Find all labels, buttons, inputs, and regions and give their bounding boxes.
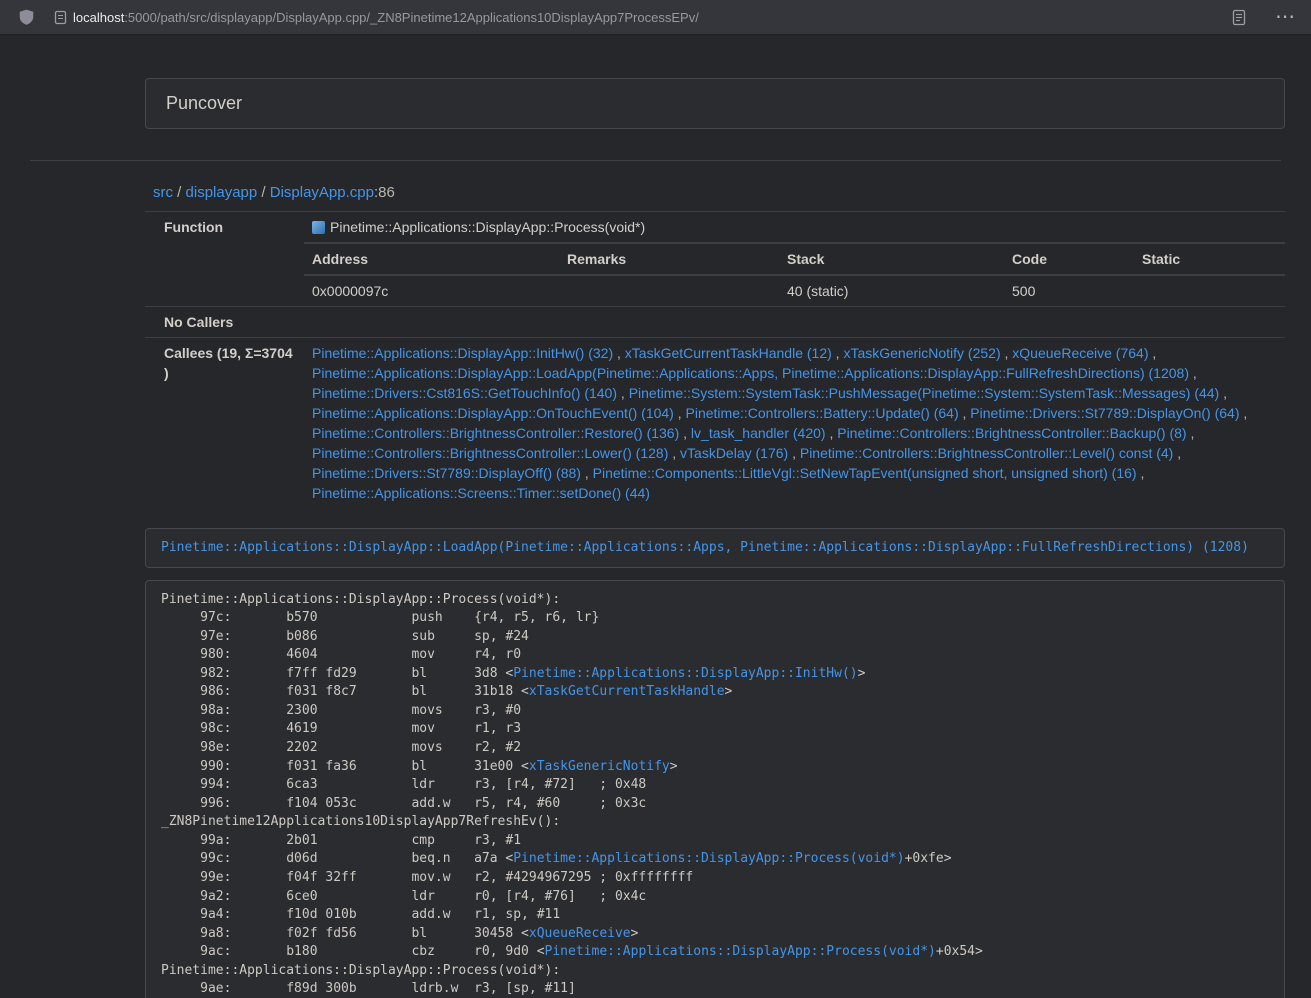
function-type-icon xyxy=(312,221,325,234)
callee-link[interactable]: Pinetime::Components::LittleVgl::SetNewT… xyxy=(593,465,1137,481)
asm-line: 99c: d06d beq.n a7a <Pinetime::Applicati… xyxy=(161,851,952,866)
asm-line: 9ac: b180 cbz r0, 9d0 <Pinetime::Applica… xyxy=(161,944,983,959)
callee-link[interactable]: Pinetime::Controllers::BrightnessControl… xyxy=(312,445,668,461)
shield-icon-glyph xyxy=(19,9,34,25)
asm-line: 986: f031 f8c7 bl 31b18 <xTaskGetCurrent… xyxy=(161,684,732,699)
overflow-menu-icon[interactable]: ⋯ xyxy=(1273,7,1297,27)
callee-link[interactable]: xTaskGetCurrentTaskHandle (12) xyxy=(625,345,832,361)
divider xyxy=(30,160,1281,161)
metric-value-code: 500 xyxy=(1004,275,1134,306)
asm-line: Pinetime::Applications::DisplayApp::Proc… xyxy=(161,592,560,607)
asm-line: 98a: 2300 movs r3, #0 xyxy=(161,703,521,718)
browser-toolbar: localhost:5000/path/src/displayapp/Displ… xyxy=(0,0,1311,35)
url-path: :5000/path/src/displayapp/DisplayApp.cpp… xyxy=(124,10,699,25)
page-icon xyxy=(54,10,67,25)
breadcrumb-link[interactable]: src xyxy=(153,184,173,201)
asm-line: 9a4: f10d 010b add.w r1, sp, #11 xyxy=(161,907,560,922)
asm-line: 9a8: f02f fd56 bl 30458 <xQueueReceive> xyxy=(161,926,638,941)
callee-link[interactable]: vTaskDelay (176) xyxy=(680,445,788,461)
callee-link[interactable]: Pinetime::Controllers::Battery::Update()… xyxy=(686,405,959,421)
callees-label: Callees (19, Σ=3704 ) xyxy=(145,338,304,509)
asm-line: 99e: f04f 32ff mov.w r2, #4294967295 ; 0… xyxy=(161,870,693,885)
asm-line: 99a: 2b01 cmp r3, #1 xyxy=(161,833,521,848)
asm-line: 97c: b570 push {r4, r5, r6, lr} xyxy=(161,610,599,625)
asm-line: 994: 6ca3 ldr r3, [r4, #72] ; 0x48 xyxy=(161,777,646,792)
callee-link[interactable]: Pinetime::System::SystemTask::PushMessag… xyxy=(629,385,1220,401)
asm-line: _ZN8Pinetime12Applications10DisplayApp7R… xyxy=(161,814,560,829)
asm-line: 9a2: 6ce0 ldr r0, [r4, #76] ; 0x4c xyxy=(161,889,646,904)
callee-link[interactable]: Pinetime::Drivers::Cst816S::GetTouchInfo… xyxy=(312,385,617,401)
metric-value-stack: 40 (static) xyxy=(779,275,1004,306)
metric-value-remarks xyxy=(559,275,779,306)
callee-link[interactable]: Pinetime::Drivers::St7789::DisplayOff() … xyxy=(312,465,581,481)
metric-value-static xyxy=(1134,275,1285,306)
asm-line: 98c: 4619 mov r1, r3 xyxy=(161,721,521,736)
symbol-table: Function Pinetime::Applications::Display… xyxy=(145,211,1285,508)
callee-link[interactable]: Pinetime::Controllers::BrightnessControl… xyxy=(837,425,1186,441)
asm-line: 982: f7ff fd29 bl 3d8 <Pinetime::Applica… xyxy=(161,666,865,681)
toolbar-actions: ⋯ xyxy=(1227,5,1297,29)
asm-line: 97e: b086 sub sp, #24 xyxy=(161,629,529,644)
column-header-static: Static xyxy=(1134,244,1285,276)
selected-callee-box: Pinetime::Applications::DisplayApp::Load… xyxy=(145,528,1285,568)
url-bar[interactable]: localhost:5000/path/src/displayapp/Displ… xyxy=(54,10,699,25)
metrics-header-row: AddressRemarksStackCodeStatic xyxy=(304,244,1285,276)
callees-row: Callees (19, Σ=3704 ) Pinetime::Applicat… xyxy=(145,338,1285,509)
breadcrumb-link[interactable]: DisplayApp.cpp xyxy=(270,184,374,201)
asm-line: 990: f031 fa36 bl 31e00 <xTaskGenericNot… xyxy=(161,759,678,774)
metric-value-address: 0x0000097c xyxy=(304,275,559,306)
callee-link[interactable]: Pinetime::Applications::Screens::Timer::… xyxy=(312,485,650,501)
code-symbol-link[interactable]: Pinetime::Applications::DisplayApp::Proc… xyxy=(513,851,904,866)
code-symbol-link[interactable]: xQueueReceive xyxy=(529,926,631,941)
column-header-code: Code xyxy=(1004,244,1134,276)
code-symbol-link[interactable]: Pinetime::Applications::DisplayApp::Proc… xyxy=(545,944,936,959)
asm-line: 98e: 2202 movs r2, #2 xyxy=(161,740,521,755)
asm-line: 996: f104 053c add.w r5, r4, #60 ; 0x3c xyxy=(161,796,646,811)
code-symbol-link[interactable]: xTaskGetCurrentTaskHandle xyxy=(529,684,725,699)
asm-line: 9ae: f89d 300b ldrb.w r3, [sp, #11] xyxy=(161,981,576,996)
app-title[interactable]: Puncover xyxy=(146,93,262,114)
callee-link[interactable]: Pinetime::Controllers::BrightnessControl… xyxy=(800,445,1173,461)
url-host: localhost xyxy=(73,10,124,25)
callee-link[interactable]: Pinetime::Drivers::St7789::DisplayOn() (… xyxy=(970,405,1239,421)
metrics-table: AddressRemarksStackCodeStatic 0x0000097c… xyxy=(304,243,1285,306)
asm-line: Pinetime::Applications::DisplayApp::Proc… xyxy=(161,963,560,978)
callee-link[interactable]: Pinetime::Applications::DisplayApp::Load… xyxy=(312,365,1189,381)
no-callers-row: No Callers xyxy=(145,307,1285,338)
callee-link[interactable]: xQueueReceive (764) xyxy=(1012,345,1148,361)
function-cell: Pinetime::Applications::DisplayApp::Proc… xyxy=(304,212,1285,307)
selected-callee-link[interactable]: Pinetime::Applications::DisplayApp::Load… xyxy=(161,540,1249,555)
callee-link[interactable]: Pinetime::Applications::DisplayApp::Init… xyxy=(312,345,613,361)
callee-link[interactable]: Pinetime::Controllers::BrightnessControl… xyxy=(312,425,679,441)
callees-list: Pinetime::Applications::DisplayApp::Init… xyxy=(304,338,1285,509)
reader-view-icon[interactable] xyxy=(1227,5,1251,29)
asm-line: 980: 4604 mov r4, r0 xyxy=(161,647,521,662)
column-header-remarks: Remarks xyxy=(559,244,779,276)
column-header-address: Address xyxy=(304,244,559,276)
function-name-row: Pinetime::Applications::DisplayApp::Proc… xyxy=(304,212,1285,243)
callee-link[interactable]: xTaskGenericNotify (252) xyxy=(843,345,1000,361)
callee-link[interactable]: Pinetime::Applications::DisplayApp::OnTo… xyxy=(312,405,674,421)
navbar: Puncover xyxy=(145,78,1285,129)
breadcrumb: src / displayapp / DisplayApp.cpp:86 xyxy=(153,183,1311,203)
no-callers-label: No Callers xyxy=(145,307,1285,338)
shield-icon[interactable] xyxy=(14,5,38,29)
function-row: Function Pinetime::Applications::Display… xyxy=(145,212,1285,307)
code-symbol-link[interactable]: xTaskGenericNotify xyxy=(529,759,670,774)
function-label: Function xyxy=(145,212,304,307)
column-header-stack: Stack xyxy=(779,244,1004,276)
function-name: Pinetime::Applications::DisplayApp::Proc… xyxy=(330,219,645,235)
disassembly-block: Pinetime::Applications::DisplayApp::Proc… xyxy=(145,580,1285,998)
metrics-value-row: 0x0000097c 40 (static)500 xyxy=(304,275,1285,306)
code-symbol-link[interactable]: Pinetime::Applications::DisplayApp::Init… xyxy=(513,666,857,681)
callee-link[interactable]: lv_task_handler (420) xyxy=(691,425,826,441)
breadcrumb-link[interactable]: displayapp xyxy=(186,184,258,201)
